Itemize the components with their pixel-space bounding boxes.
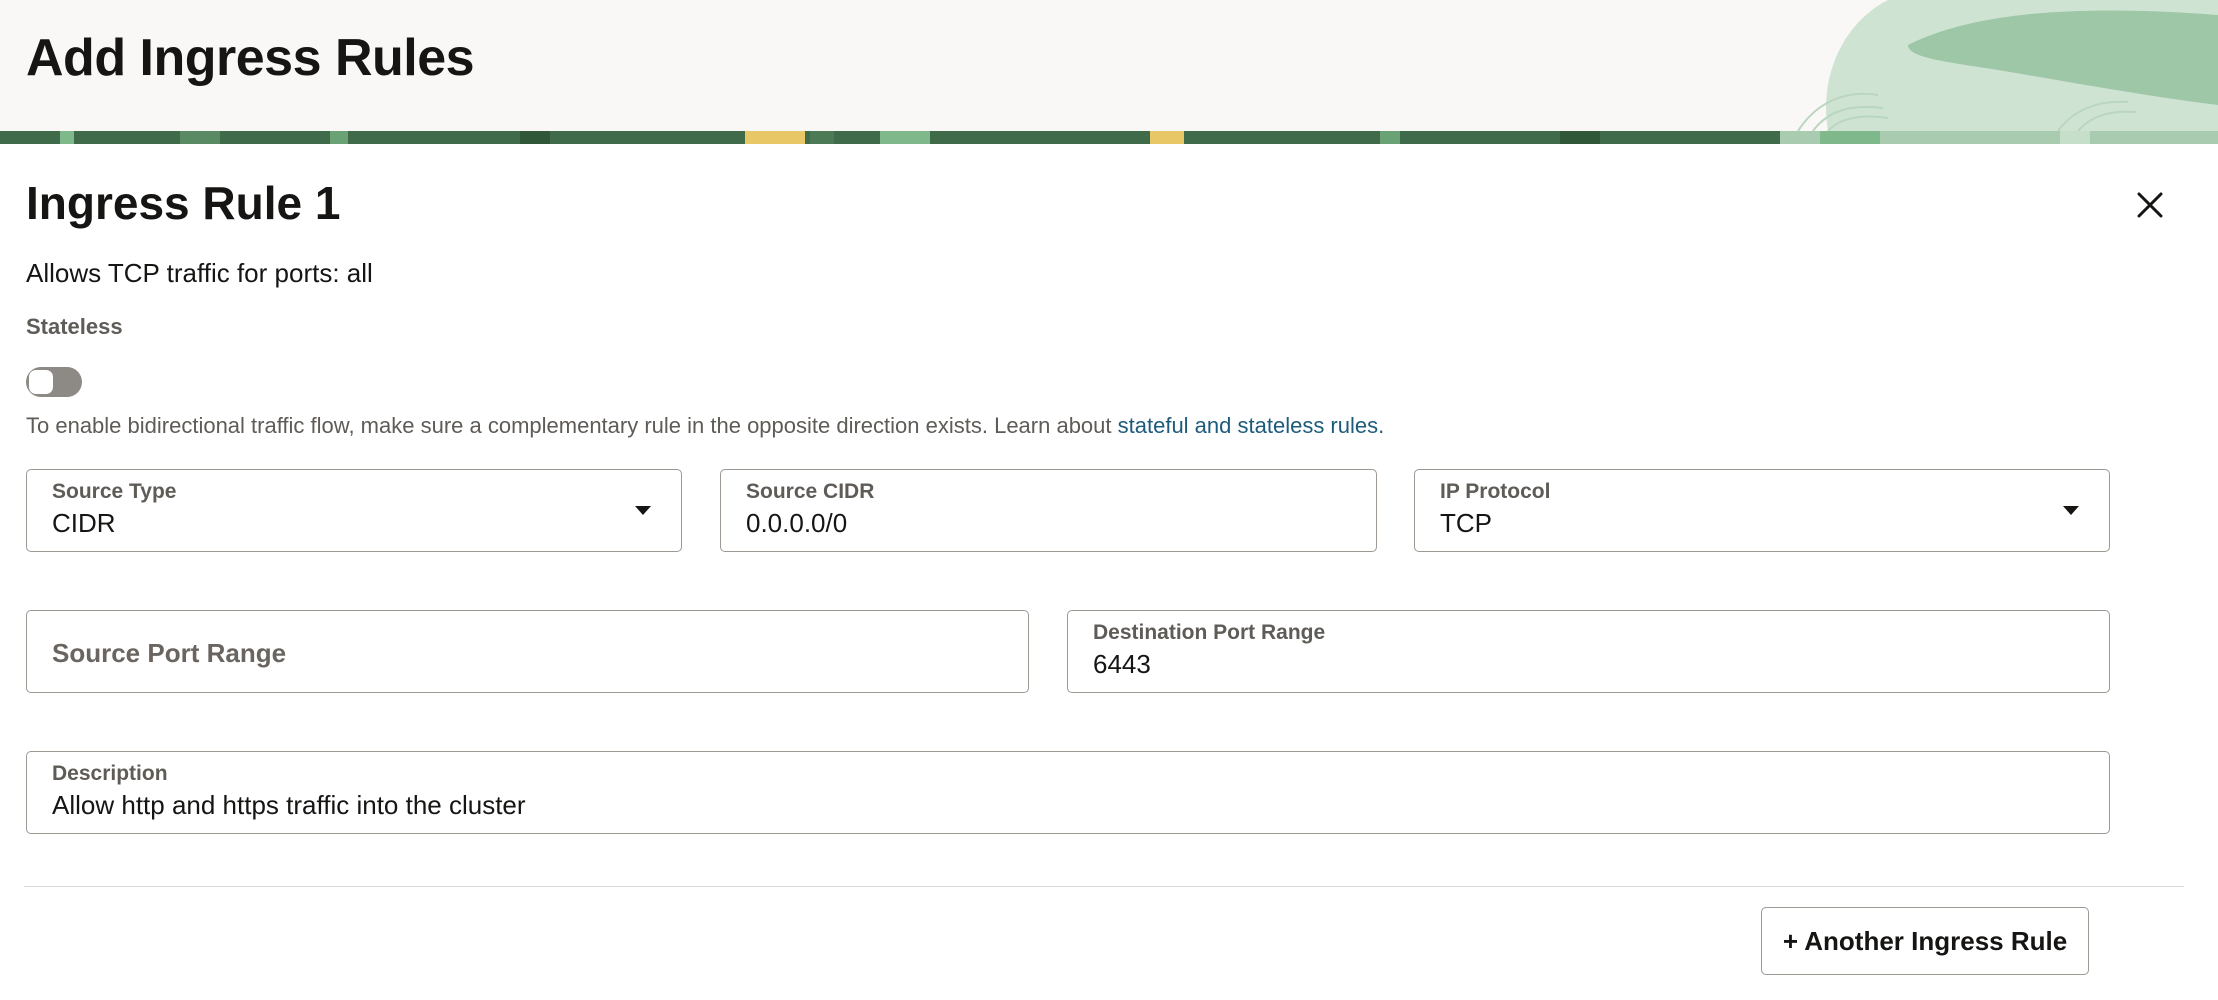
close-button[interactable]: [2130, 185, 2170, 225]
destination-port-range-input[interactable]: Destination Port Range 6443: [1067, 610, 2110, 693]
destination-port-range-label: Destination Port Range: [1093, 621, 1326, 644]
chevron-down-icon: [635, 506, 651, 515]
source-type-label: Source Type: [52, 480, 177, 503]
hint-text: To enable bidirectional traffic flow, ma…: [26, 413, 1118, 438]
description-label: Description: [52, 762, 168, 785]
page-title: Add Ingress Rules: [26, 29, 475, 87]
close-icon: [2137, 192, 2163, 218]
destination-port-range-value: 6443: [1093, 649, 1151, 679]
source-port-range-placeholder: Source Port Range: [52, 638, 287, 668]
source-type-value: CIDR: [52, 508, 116, 538]
toggle-knob: [29, 370, 53, 394]
stateless-toggle[interactable]: [26, 367, 82, 397]
ip-protocol-value: TCP: [1440, 508, 1492, 538]
source-cidr-input[interactable]: Source CIDR 0.0.0.0/0: [720, 469, 1377, 552]
ip-protocol-select[interactable]: IP Protocol TCP: [1414, 469, 2110, 552]
header-band: [0, 131, 2218, 144]
ip-protocol-label: IP Protocol: [1440, 480, 1551, 503]
page-header: Add Ingress Rules: [0, 0, 2218, 131]
rule-title: Ingress Rule 1: [26, 177, 341, 229]
chevron-down-icon: [2063, 506, 2079, 515]
description-input[interactable]: Description Allow http and https traffic…: [26, 751, 2110, 834]
stateful-stateless-link[interactable]: stateful and stateless rules.: [1118, 413, 1385, 438]
source-port-range-input[interactable]: Source Port Range: [26, 610, 1029, 693]
source-cidr-value: 0.0.0.0/0: [746, 508, 848, 538]
source-cidr-label: Source CIDR: [746, 480, 875, 503]
description-value: Allow http and https traffic into the cl…: [52, 790, 526, 820]
header-decoration: [1797, 0, 2218, 131]
source-type-select[interactable]: Source Type CIDR: [26, 469, 682, 552]
add-another-ingress-rule-button[interactable]: + Another Ingress Rule: [1761, 907, 2089, 975]
stateless-hint: To enable bidirectional traffic flow, ma…: [26, 413, 1384, 439]
divider: [24, 886, 2184, 887]
stateless-label: Stateless: [26, 314, 123, 339]
rule-summary: Allows TCP traffic for ports: all: [26, 258, 373, 288]
